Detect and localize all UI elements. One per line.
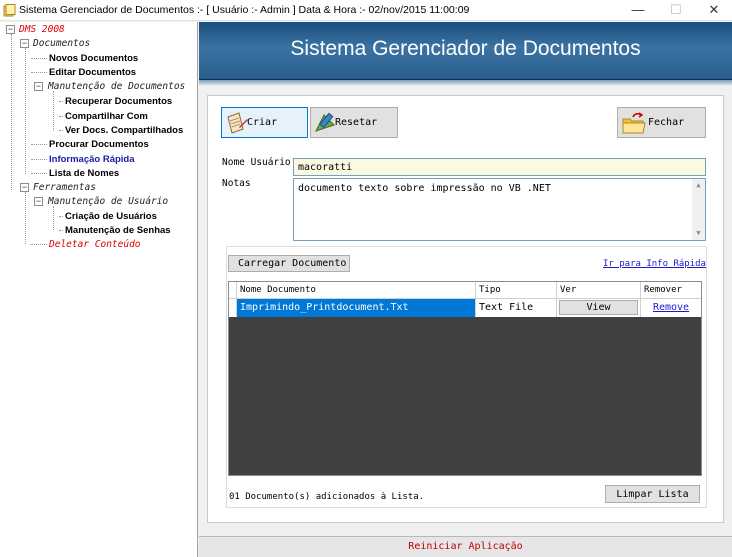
tree-connector: [59, 116, 63, 117]
header-banner: Sistema Gerenciador de Documentos: [199, 22, 732, 80]
page-title: Sistema Gerenciador de Documentos: [290, 37, 641, 60]
document-form-panel: Criar Resetar Fechar Nome Usuário macora…: [207, 95, 724, 523]
tree-item-criacao-usuarios[interactable]: Criação de Usuários: [65, 211, 157, 223]
tree-item-recuperar-documentos[interactable]: Recuperar Documentos: [65, 96, 172, 108]
tree-connector: [59, 101, 63, 102]
criar-label: Criar: [247, 117, 278, 128]
scroll-down-icon[interactable]: ▼: [692, 227, 705, 240]
navigation-tree: − DMS 2008 − Documentos Novos Documentos…: [0, 22, 198, 557]
tree-item-lista-nomes[interactable]: Lista de Nomes: [49, 168, 119, 180]
collapse-icon[interactable]: −: [34, 197, 43, 206]
tree-item-ferramentas[interactable]: Ferramentas: [33, 182, 96, 194]
notas-label: Notas: [222, 178, 251, 189]
limpar-lista-button[interactable]: Limpar Lista: [605, 485, 700, 503]
tree-connector: [59, 216, 63, 217]
tree-connector: [31, 159, 47, 160]
collapse-icon[interactable]: −: [20, 183, 29, 192]
restart-bar[interactable]: Reiniciar Aplicação: [199, 536, 732, 557]
cell-remover: Remove: [641, 299, 701, 317]
tree-connector: [53, 206, 54, 230]
nome-usuario-label: Nome Usuário: [222, 157, 291, 168]
tree-item-manutencao-usuario[interactable]: Manutenção de Usuário: [48, 196, 168, 208]
collapse-icon[interactable]: −: [6, 25, 15, 34]
fechar-label: Fechar: [648, 117, 685, 128]
close-button[interactable]: ✕: [697, 0, 731, 21]
tree-connector: [31, 244, 47, 245]
tree-connector: [25, 48, 26, 174]
cell-tipo[interactable]: Text File: [476, 299, 557, 317]
resetar-label: Resetar: [335, 117, 378, 128]
tree-connector: [31, 72, 47, 73]
column-tipo[interactable]: Tipo: [476, 282, 557, 299]
tree-connector: [31, 144, 47, 145]
tree-item-deletar-conteudo[interactable]: Deletar Conteúdo: [49, 239, 141, 251]
window-title: Sistema Gerenciador de Documentos :- [ U…: [19, 4, 470, 16]
fechar-button[interactable]: Fechar: [617, 107, 706, 138]
minimize-button[interactable]: —: [621, 0, 655, 21]
collapse-icon[interactable]: −: [34, 82, 43, 91]
info-rapida-link[interactable]: Ir para Info Rápida: [603, 259, 706, 269]
table-row[interactable]: Imprimindo_Printdocument.Txt Text File V…: [229, 299, 701, 317]
tree-connector: [31, 58, 47, 59]
remove-link[interactable]: Remove: [653, 302, 689, 313]
column-remover[interactable]: Remover: [641, 282, 701, 299]
tree-item-manutencao-senhas[interactable]: Manutenção de Senhas: [65, 225, 171, 237]
collapse-icon[interactable]: −: [20, 39, 29, 48]
cell-ver: View: [557, 299, 641, 317]
notas-textarea[interactable]: documento texto sobre impressão no VB .N…: [293, 178, 706, 241]
tree-item-procurar-documentos[interactable]: Procurar Documentos: [49, 139, 149, 151]
restart-application-button[interactable]: Reiniciar Aplicação: [199, 541, 732, 552]
documents-grid: Nome Documento Tipo Ver Remover Imprimin…: [228, 281, 702, 476]
app-icon: [3, 4, 16, 17]
scroll-up-icon[interactable]: ▲: [692, 179, 705, 192]
column-ver[interactable]: Ver: [557, 282, 641, 299]
new-document-icon: [225, 111, 249, 138]
tree-root-dms[interactable]: DMS 2008: [19, 24, 65, 36]
tree-item-editar-documentos[interactable]: Editar Documentos: [49, 67, 136, 79]
nome-usuario-input[interactable]: macoratti: [293, 158, 706, 176]
carregar-documento-label: Carregar Documento: [238, 258, 347, 269]
tree-connector: [11, 34, 12, 190]
grid-header: Nome Documento Tipo Ver Remover: [229, 282, 701, 299]
banner-shadow: [199, 80, 732, 86]
tree-item-compartilhar-com[interactable]: Compartilhar Com: [65, 111, 148, 123]
limpar-lista-label: Limpar Lista: [616, 489, 689, 500]
tree-connector: [31, 173, 47, 174]
document-count-status: 01 Documento(s) adicionados à Lista.: [229, 492, 425, 502]
tree-connector: [59, 230, 63, 231]
tree-item-manutencao-documentos[interactable]: Manutenção de Documentos: [48, 81, 185, 93]
notas-scrollbar[interactable]: ▲ ▼: [692, 179, 705, 240]
tree-item-documentos[interactable]: Documentos: [33, 38, 90, 50]
window-title-bar: Sistema Gerenciador de Documentos :- [ U…: [0, 0, 732, 21]
tree-item-novos-documentos[interactable]: Novos Documentos: [49, 53, 138, 65]
criar-button[interactable]: Criar: [221, 107, 308, 138]
row-header-corner: [229, 282, 237, 299]
folder-icon: [621, 111, 647, 138]
tree-item-informacao-rapida[interactable]: Informação Rápida: [49, 154, 135, 166]
resetar-button[interactable]: Resetar: [310, 107, 398, 138]
maximize-button[interactable]: ☐: [659, 0, 693, 21]
tree-connector: [59, 130, 63, 131]
tree-connector: [25, 192, 26, 244]
cell-nome-documento[interactable]: Imprimindo_Printdocument.Txt: [237, 299, 476, 317]
notas-text: documento texto sobre impressão no VB .N…: [298, 183, 551, 194]
tree-connector: [53, 91, 54, 131]
view-button[interactable]: View: [559, 300, 638, 315]
row-header[interactable]: [229, 299, 237, 317]
tree-item-ver-compartilhados[interactable]: Ver Docs. Compartilhados: [65, 125, 183, 137]
column-nome-documento[interactable]: Nome Documento: [237, 282, 476, 299]
carregar-documento-button[interactable]: Carregar Documento: [228, 255, 350, 272]
